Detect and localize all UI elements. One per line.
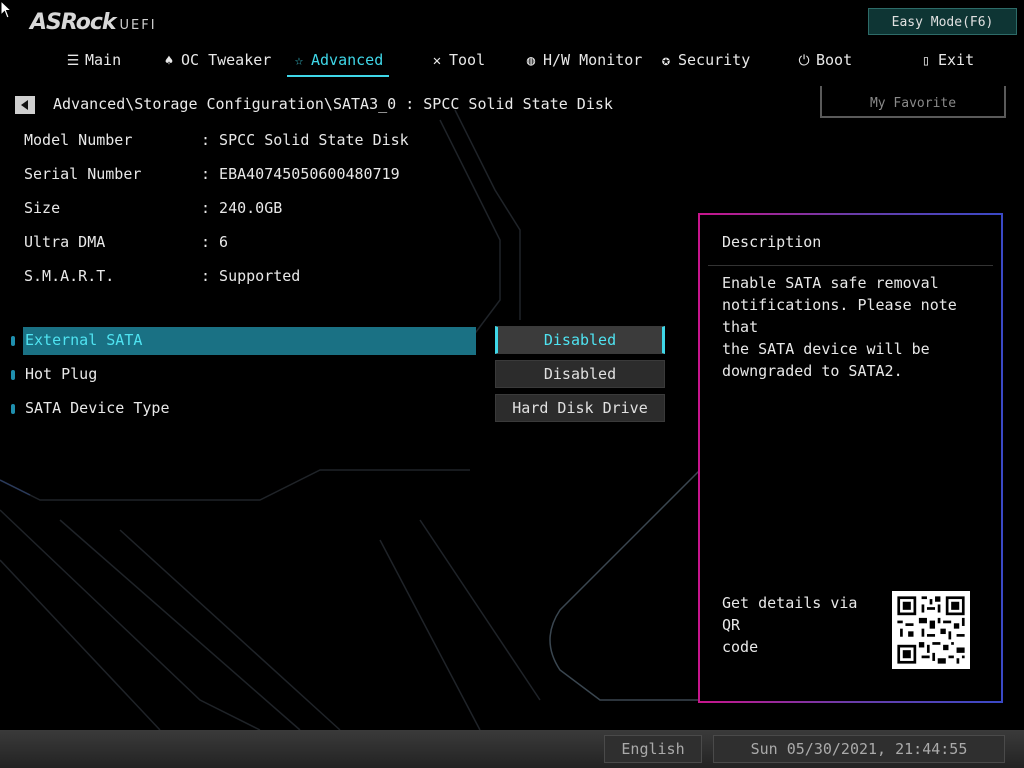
list-icon: ☰ — [66, 53, 80, 69]
info-value: : EBA40745050600480719 — [201, 165, 400, 183]
tab-boot[interactable]: ⏻ Boot — [796, 45, 852, 75]
star-icon: ☆ — [294, 53, 304, 69]
setting-external-sata[interactable]: External SATA — [8, 327, 476, 355]
qr-code-icon — [892, 591, 970, 669]
tab-hw-monitor-label: H/W Monitor — [543, 51, 643, 69]
info-key: Size — [24, 199, 61, 217]
tab-oc-tweaker-label: OC Tweaker — [181, 51, 272, 69]
divider — [708, 265, 993, 266]
breadcrumb: Advanced\Storage Configuration\SATA3_0 :… — [53, 95, 613, 113]
monitor-icon: ◍ — [526, 53, 536, 69]
info-key: S.M.A.R.T. — [24, 267, 115, 285]
tab-oc-tweaker[interactable]: ♠ OC Tweaker — [161, 45, 272, 75]
rocket-icon: ♠ — [164, 53, 174, 69]
tab-boot-label: Boot — [816, 51, 853, 69]
shield-icon: ✪ — [661, 53, 671, 69]
description-text: Enable SATA safe removal notifications. … — [722, 274, 957, 380]
language-button[interactable]: English — [604, 735, 702, 763]
info-key: Ultra DMA — [24, 233, 106, 251]
tab-security[interactable]: ✪ Security — [658, 45, 750, 75]
sata-device-type-value[interactable]: Hard Disk Drive — [495, 394, 665, 422]
main-menu: ☰ Main ♠ OC Tweaker ☆ Advanced ✕ Tool ◍ H/W M… — [0, 45, 1024, 77]
tab-tool-label: Tool — [449, 51, 486, 69]
tools-icon: ✕ — [432, 53, 442, 69]
tab-main-label: Main — [85, 51, 122, 69]
info-key: Model Number — [24, 131, 133, 149]
setting-label: Hot Plug — [25, 365, 98, 383]
info-value: : 240.0GB — [201, 199, 283, 217]
door-icon: ▯ — [921, 53, 931, 69]
my-favorite-button[interactable]: My Favorite — [820, 86, 1006, 118]
tab-advanced-label: Advanced — [311, 51, 384, 69]
description-panel: Description Enable SATA safe removal not… — [698, 213, 1003, 703]
qr-label: Get details via QR code — [722, 594, 858, 656]
logo-brand: ASRock — [30, 10, 117, 35]
hot-plug-value[interactable]: Disabled — [495, 360, 665, 388]
logo-uefi: UEFI — [119, 18, 157, 33]
tab-advanced[interactable]: ☆ Advanced — [286, 45, 390, 77]
bullet-icon — [11, 370, 15, 380]
tab-security-label: Security — [678, 51, 751, 69]
easy-mode-button[interactable]: Easy Mode(F6) — [868, 8, 1017, 35]
tab-hw-monitor[interactable]: ◍ H/W Monitor — [523, 45, 643, 75]
setting-hot-plug[interactable]: Hot Plug — [8, 361, 476, 389]
datetime-display: Sun 05/30/2021, 21:44:55 — [713, 735, 1005, 763]
bullet-icon — [11, 404, 15, 414]
description-title: Description — [722, 233, 822, 251]
tab-main[interactable]: ☰ Main — [65, 45, 121, 75]
tab-exit-label: Exit — [938, 51, 975, 69]
setting-label: External SATA — [25, 331, 143, 349]
back-button[interactable] — [15, 96, 35, 114]
tab-tool[interactable]: ✕ Tool — [429, 45, 485, 75]
info-value: : 6 — [201, 233, 229, 251]
info-key: Serial Number — [24, 165, 142, 183]
bullet-icon — [11, 336, 15, 346]
tab-exit[interactable]: ▯ Exit — [918, 45, 974, 75]
external-sata-value[interactable]: Disabled — [495, 326, 665, 354]
info-value: : Supported — [201, 267, 301, 285]
power-icon: ⏻ — [798, 53, 810, 69]
setting-sata-device-type[interactable]: SATA Device Type — [8, 395, 476, 423]
info-value: : SPCC Solid State Disk — [201, 131, 409, 149]
setting-label: SATA Device Type — [25, 399, 170, 417]
mouse-cursor-icon — [0, 0, 12, 19]
asrock-logo: ASRock UEFI — [30, 10, 157, 35]
